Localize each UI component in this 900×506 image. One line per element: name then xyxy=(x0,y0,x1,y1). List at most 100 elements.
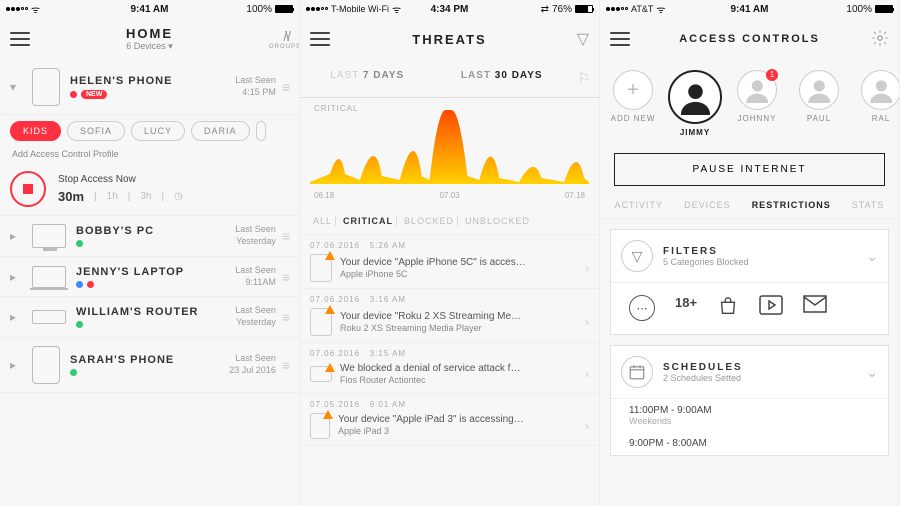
menu-icon[interactable] xyxy=(310,32,330,46)
chip-lucy[interactable]: LUCY xyxy=(131,121,185,141)
filter-icon[interactable]: ▽ xyxy=(569,29,589,49)
avatar xyxy=(668,70,722,124)
add-profile-link[interactable]: Add Access Control Profile xyxy=(0,145,299,163)
threat-row[interactable]: 07.06.2016 3:15 AM We blocked a denial o… xyxy=(300,343,599,394)
mail-icon[interactable] xyxy=(803,295,827,322)
laptop-icon xyxy=(32,266,66,288)
filter-unblocked[interactable]: UNBLOCKED xyxy=(462,216,533,226)
menu-icon[interactable] xyxy=(610,32,630,46)
carrier-label: T-Mobile Wi-Fi xyxy=(331,4,389,14)
chart-label: CRITICAL xyxy=(314,104,358,113)
battery-pct: 76% xyxy=(552,4,572,15)
warning-icon xyxy=(325,363,335,372)
chevron-down-icon: ⌄ xyxy=(866,248,878,265)
router-icon xyxy=(32,310,66,324)
menu-icon[interactable] xyxy=(10,32,30,46)
device-row[interactable]: ▸ JENNY'S LAPTOP Last Seen9:11AM ≡ xyxy=(0,257,299,297)
chevron-right-icon: › xyxy=(585,419,589,433)
tab-restrictions[interactable]: RESTRICTIONS xyxy=(752,200,831,210)
tab-stats[interactable]: STATS xyxy=(852,200,885,210)
user-jimmy[interactable]: JIMMY xyxy=(668,70,722,137)
status-bar: AT&Tᯤ 9:41 AM 100% xyxy=(600,0,899,18)
tab-7days[interactable]: LAST 7 DAYS xyxy=(300,60,435,97)
stop-button[interactable] xyxy=(10,171,46,207)
filters-header[interactable]: ▽ FILTERS5 Categories Blocked ⌄ xyxy=(611,230,888,283)
chip-kids[interactable]: KIDS xyxy=(10,121,61,141)
chevron-right-icon: › xyxy=(585,315,589,329)
stop-access-row: Stop Access Now 30m | 1h | 3h | ◷ xyxy=(0,163,299,216)
avatar: + xyxy=(613,70,653,110)
duration-1h[interactable]: 1h xyxy=(107,191,118,202)
more-icon[interactable]: ⋯ xyxy=(629,295,655,321)
chevron-right-icon[interactable]: ▸ xyxy=(10,229,22,243)
header-title: ACCESS CONTROLS xyxy=(630,33,869,45)
clock-icon[interactable]: ◷ xyxy=(174,191,183,202)
battery-pct: 100% xyxy=(846,4,872,15)
tab-devices[interactable]: DEVICES xyxy=(684,200,731,210)
user-ral[interactable]: RAL xyxy=(854,70,899,123)
schedules-header[interactable]: SCHEDULES2 Schedules Setted ⌄ xyxy=(611,346,888,399)
warning-icon xyxy=(323,410,333,419)
user-paul[interactable]: PAUL xyxy=(792,70,846,123)
calendar-icon xyxy=(621,356,653,388)
schedules-card: SCHEDULES2 Schedules Setted ⌄ 11:00PM - … xyxy=(610,345,889,456)
warning-icon xyxy=(325,251,335,260)
chip-sofia[interactable]: SOFIA xyxy=(67,121,125,141)
chevron-right-icon: › xyxy=(585,367,589,381)
schedule-item[interactable]: 9:00PM - 8:00AM xyxy=(611,432,888,455)
funnel-icon: ▽ xyxy=(621,240,653,272)
screen-access-controls: AT&Tᯤ 9:41 AM 100% ACCESS CONTROLS + ADD… xyxy=(600,0,900,506)
warning-icon xyxy=(325,305,335,314)
header-title: HOME xyxy=(30,26,269,41)
device-icon xyxy=(310,413,330,439)
user-carousel[interactable]: + ADD NEW JIMMY 1 JOHNNY PAUL RAL xyxy=(600,60,899,147)
phone-icon xyxy=(32,68,60,106)
threats-chart: CRITICAL 06.18 07.03 07.18 xyxy=(300,98,599,208)
app-header: ACCESS CONTROLS xyxy=(600,18,899,60)
drag-handle-icon[interactable]: ≡ xyxy=(282,309,289,325)
filter-blocked[interactable]: BLOCKED xyxy=(401,216,458,226)
device-name: HELEN'S PHONE xyxy=(70,75,235,87)
schedule-item[interactable]: 11:00PM - 9:00AMWeekends xyxy=(611,399,888,432)
device-row[interactable]: ▸ BOBBY'S PC Last SeenYesterday ≡ xyxy=(0,216,299,257)
device-row[interactable]: ▸ WILLIAM'S ROUTER Last SeenYesterday ≡ xyxy=(0,297,299,337)
status-bar: T-Mobile Wi-Fiᯤ 4:34 PM ⇄76% xyxy=(300,0,599,18)
drag-handle-icon[interactable]: ≡ xyxy=(282,357,289,373)
filter-all[interactable]: ALL xyxy=(310,216,336,226)
tab-activity[interactable]: ACTIVITY xyxy=(615,200,664,210)
drag-handle-icon[interactable]: ≡ xyxy=(282,79,289,95)
device-row[interactable]: ▸ SARAH'S PHONE Last Seen23 Jul 2016 ≡ xyxy=(0,338,299,393)
wifi-icon: ᯤ xyxy=(392,2,401,16)
chevron-right-icon[interactable]: ▸ xyxy=(10,270,22,284)
adult-icon[interactable]: 18+ xyxy=(675,295,697,322)
pc-icon xyxy=(32,224,66,248)
groups-button[interactable]: /\/GROUPS xyxy=(269,28,289,50)
app-header: THREATS ▽ xyxy=(300,18,599,60)
filter-critical[interactable]: CRITICAL xyxy=(340,216,397,226)
chevron-right-icon[interactable]: ▸ xyxy=(10,358,22,372)
drag-handle-icon[interactable]: ≡ xyxy=(282,269,289,285)
wifi-icon: ᯤ xyxy=(656,2,665,16)
status-bar: ᯤ 9:41 AM 100% xyxy=(0,0,299,18)
chip-daria[interactable]: DARIA xyxy=(191,121,250,141)
tab-30days[interactable]: LAST 30 DAYS xyxy=(435,60,570,97)
category-icons: ⋯ 18+ xyxy=(611,283,888,334)
chevron-right-icon: › xyxy=(585,261,589,275)
user-add new[interactable]: + ADD NEW xyxy=(606,70,660,123)
duration-30m[interactable]: 30m xyxy=(58,189,84,204)
user-johnny[interactable]: 1 JOHNNY xyxy=(730,70,784,123)
threat-row[interactable]: 07.06.2016 3:16 AM Your device "Roku 2 X… xyxy=(300,289,599,343)
header-subtitle[interactable]: 6 Devices ▾ xyxy=(30,41,269,52)
chevron-right-icon[interactable]: ▸ xyxy=(10,310,22,324)
threat-row[interactable]: 07.05.2016 6:01 AM Your device "Apple iP… xyxy=(300,394,599,446)
pause-internet-button[interactable]: PAUSE INTERNET xyxy=(614,153,885,186)
shopping-icon[interactable] xyxy=(717,295,739,322)
threat-row[interactable]: 07.06.2016 5:26 AM Your device "Apple iP… xyxy=(300,235,599,289)
gear-icon[interactable] xyxy=(869,29,889,50)
drag-handle-icon[interactable]: ≡ xyxy=(282,228,289,244)
flag-icon[interactable]: ⚐ xyxy=(569,60,599,97)
chevron-down-icon[interactable]: ▾ xyxy=(10,80,22,94)
duration-3h[interactable]: 3h xyxy=(140,191,151,202)
video-icon[interactable] xyxy=(759,295,783,322)
device-row-helen[interactable]: ▾ HELEN'S PHONE NEW Last Seen4:15 PM ≡ xyxy=(0,60,299,115)
